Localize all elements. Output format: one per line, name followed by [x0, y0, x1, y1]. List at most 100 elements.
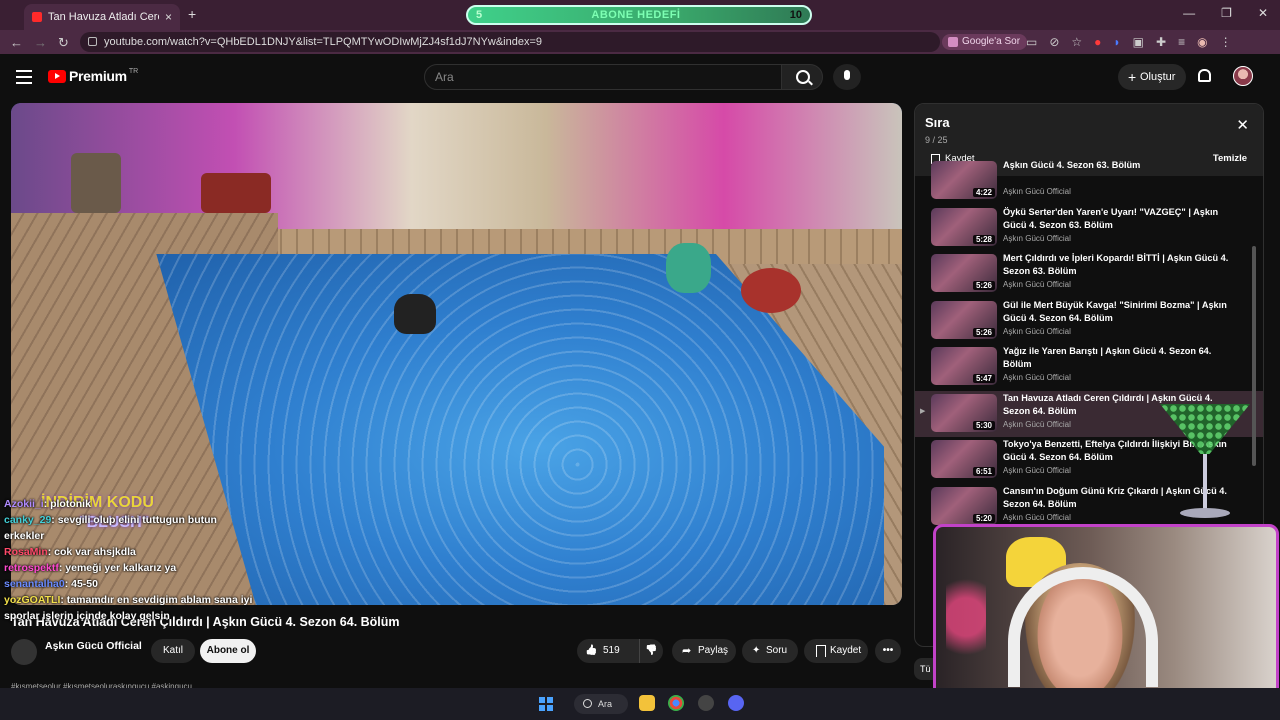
playlist-thumbnail[interactable]: 5:26 — [931, 254, 997, 292]
back-icon[interactable]: ← — [10, 35, 23, 50]
account-avatar[interactable] — [1233, 66, 1253, 86]
extension-icons: ▭ ⊘ ☆ ● ◗ ▣ ✚ ≡ ◉ ⋮ — [1026, 35, 1232, 49]
playlist-item-title: Öykü Serter'den Yaren'e Uyarı! "VAZGEÇ" … — [1003, 206, 1219, 230]
reload-icon[interactable]: ↻ — [58, 35, 69, 51]
join-button[interactable]: Katıl — [151, 639, 195, 663]
hamburger-menu-icon[interactable] — [16, 70, 32, 88]
browser-menu-icon[interactable]: ⋮ — [1220, 35, 1232, 49]
extension-blue-icon[interactable]: ◗ — [1113, 35, 1120, 49]
cocktail-glass-overlay — [1160, 404, 1250, 524]
playlist-item[interactable]: 4:22 Aşkın Gücü 4. Sezon 63. Bölüm Aşkın G… — [915, 158, 1263, 205]
windows-start-icon[interactable] — [539, 697, 553, 711]
video-duration: 5:20 — [972, 513, 995, 523]
channel-name[interactable]: Aşkın Gücü Official — [45, 640, 142, 652]
site-info-icon[interactable] — [88, 37, 97, 46]
window-controls: — ❐ ✕ — [1183, 6, 1268, 20]
playlist-item-title: Aşkın Gücü 4. Sezon 63. Bölüm — [1003, 160, 1141, 170]
chat-message: retrospektf: yemeği yer kalkarız ya — [4, 560, 424, 576]
playlist-thumbnail[interactable]: 5:30 — [931, 393, 997, 432]
discord-icon[interactable] — [728, 695, 744, 711]
notifications-bell-icon[interactable] — [1198, 69, 1211, 82]
country-code: TR — [128, 68, 139, 75]
channel-avatar[interactable] — [11, 639, 37, 665]
youtube-favicon-icon — [32, 12, 42, 22]
chat-message: sporlar işlerin içinde kolay gelsin — [4, 608, 424, 624]
new-tab-button[interactable]: + — [188, 6, 196, 22]
playlist-item-channel: Aşkın Gücü Official — [1003, 466, 1071, 475]
cast-icon[interactable]: ▭ — [1026, 35, 1037, 49]
playlist-item[interactable]: 5:26 Mert Çıldırdı ve İpleri Kopardı! BİT… — [915, 251, 1263, 298]
file-explorer-icon[interactable] — [639, 695, 655, 711]
playlist-item[interactable]: 5:47 Yağız ile Yaren Barıştı | Aşkın Gücü… — [915, 344, 1263, 391]
maximize-icon[interactable]: ❐ — [1221, 6, 1232, 20]
chrome-icon[interactable] — [668, 695, 684, 711]
reading-list-icon[interactable]: ≡ — [1178, 35, 1185, 49]
close-window-icon[interactable]: ✕ — [1258, 6, 1268, 20]
playlist-thumbnail[interactable]: 6:51 — [931, 440, 997, 478]
puzzle-icon[interactable]: ✚ — [1156, 35, 1166, 49]
search-icon[interactable] — [781, 64, 823, 90]
tab-title: Tan Havuza Atladı Ceren Çıldırdı | Aşkın… — [48, 11, 159, 23]
playlist-item-channel: Aşkın Gücü Official — [1003, 280, 1071, 289]
playlist-item-channel: Aşkın Gücü Official — [1003, 233, 1071, 243]
stream-chat-overlay: Azokii_i: plotonik canky_29: sevgili olup… — [4, 496, 424, 624]
search-input[interactable]: Ara — [424, 64, 782, 90]
save-button[interactable]: Kaydet — [804, 639, 868, 663]
playlist-item-channel: Aşkın Gücü Official — [1003, 373, 1071, 382]
filter-chip[interactable]: Tü — [914, 658, 934, 680]
minimize-icon[interactable]: — — [1183, 6, 1195, 20]
extension-icon[interactable]: ▣ — [1133, 35, 1144, 49]
goal-end: 10 — [789, 9, 802, 21]
playlist-count: 9 / 25 — [925, 135, 948, 145]
playlist-item[interactable]: 5:26 Gül ile Mert Büyük Kavga! "Sinirimi … — [915, 298, 1263, 345]
playlist-thumbnail[interactable]: 5:28 — [931, 207, 997, 246]
url-field[interactable]: youtube.com/watch?v=QHbEDL1DNJY&list=TLP… — [80, 32, 940, 52]
profile-icon[interactable]: ◉ — [1197, 35, 1207, 49]
microphone-icon[interactable] — [833, 64, 861, 90]
share-button[interactable]: Paylaş — [672, 639, 736, 663]
dislike-button[interactable] — [639, 639, 663, 663]
chat-text: : 45-50 — [64, 578, 98, 590]
playlist-item-title: Mert Çıldırdı ve İpleri Kopardı! BİTTİ |… — [1003, 253, 1229, 276]
bookmark-star-icon[interactable]: ☆ — [1071, 35, 1082, 49]
chat-username: Azokii_i — [4, 498, 44, 510]
playlist-thumbnail[interactable]: 5:47 — [931, 347, 997, 385]
video-scene-pouf — [741, 268, 801, 313]
create-button[interactable]: Oluştur — [1118, 64, 1186, 90]
chat-username: RosaMin — [4, 546, 48, 558]
taskbar-search[interactable]: Ara — [574, 694, 628, 714]
youtube-logo[interactable]: Premium TR — [48, 68, 138, 84]
ask-button[interactable]: Soru — [742, 639, 798, 663]
chat-text: erkekler — [4, 530, 45, 542]
hide-icon[interactable]: ⊘ — [1049, 35, 1059, 49]
chat-username: yozGOATLI — [4, 594, 61, 606]
forward-icon[interactable]: → — [34, 35, 47, 50]
chat-username: senantalha0 — [4, 578, 65, 590]
like-button[interactable]: 519 — [577, 639, 639, 663]
video-scene-sofa — [201, 173, 271, 213]
app-icon[interactable] — [698, 695, 714, 711]
playlist-scrollbar[interactable] — [1252, 246, 1256, 466]
more-actions-icon[interactable]: ••• — [875, 639, 901, 663]
playlist-item-channel: Aşkın Gücü Official — [1003, 326, 1071, 336]
playlist-item[interactable]: 5:28 Öykü Serter'den Yaren'e Uyarı! "VAZG… — [915, 205, 1263, 252]
video-duration: 6:51 — [972, 467, 995, 476]
now-playing-icon: ▶ — [920, 407, 926, 415]
browser-tab[interactable]: Tan Havuza Atladı Ceren Çıldırdı | Aşkın… — [24, 4, 180, 30]
goal-label: ABONE HEDEFİ — [591, 9, 681, 21]
playlist-thumbnail[interactable]: 5:20 — [931, 486, 997, 525]
playlist-thumbnail[interactable]: 5:26 — [931, 300, 997, 339]
playlist-item-title: Yağız ile Yaren Barıştı | Aşkın Gücü 4. … — [1003, 346, 1212, 369]
video-scene-swimmer — [394, 293, 437, 334]
google-sor-button[interactable]: Google'a Sor — [942, 34, 1028, 50]
chat-message: Azokii_i: plotonik — [4, 496, 424, 512]
chat-message: RosaMin: cok var ahsjkdla — [4, 544, 424, 560]
tab-close-icon[interactable]: × — [165, 10, 172, 24]
close-playlist-icon[interactable]: ✕ — [1236, 116, 1249, 134]
video-scene-chair — [71, 153, 121, 213]
playlist-item-channel: Aşkın Gücü Official — [1003, 187, 1071, 196]
playlist-item-channel: Aşkın Gücü Official — [1003, 512, 1071, 522]
subscribe-button[interactable]: Abone ol — [200, 639, 256, 663]
playlist-thumbnail[interactable]: 4:22 — [931, 161, 997, 199]
extension-red-icon[interactable]: ● — [1094, 35, 1101, 49]
